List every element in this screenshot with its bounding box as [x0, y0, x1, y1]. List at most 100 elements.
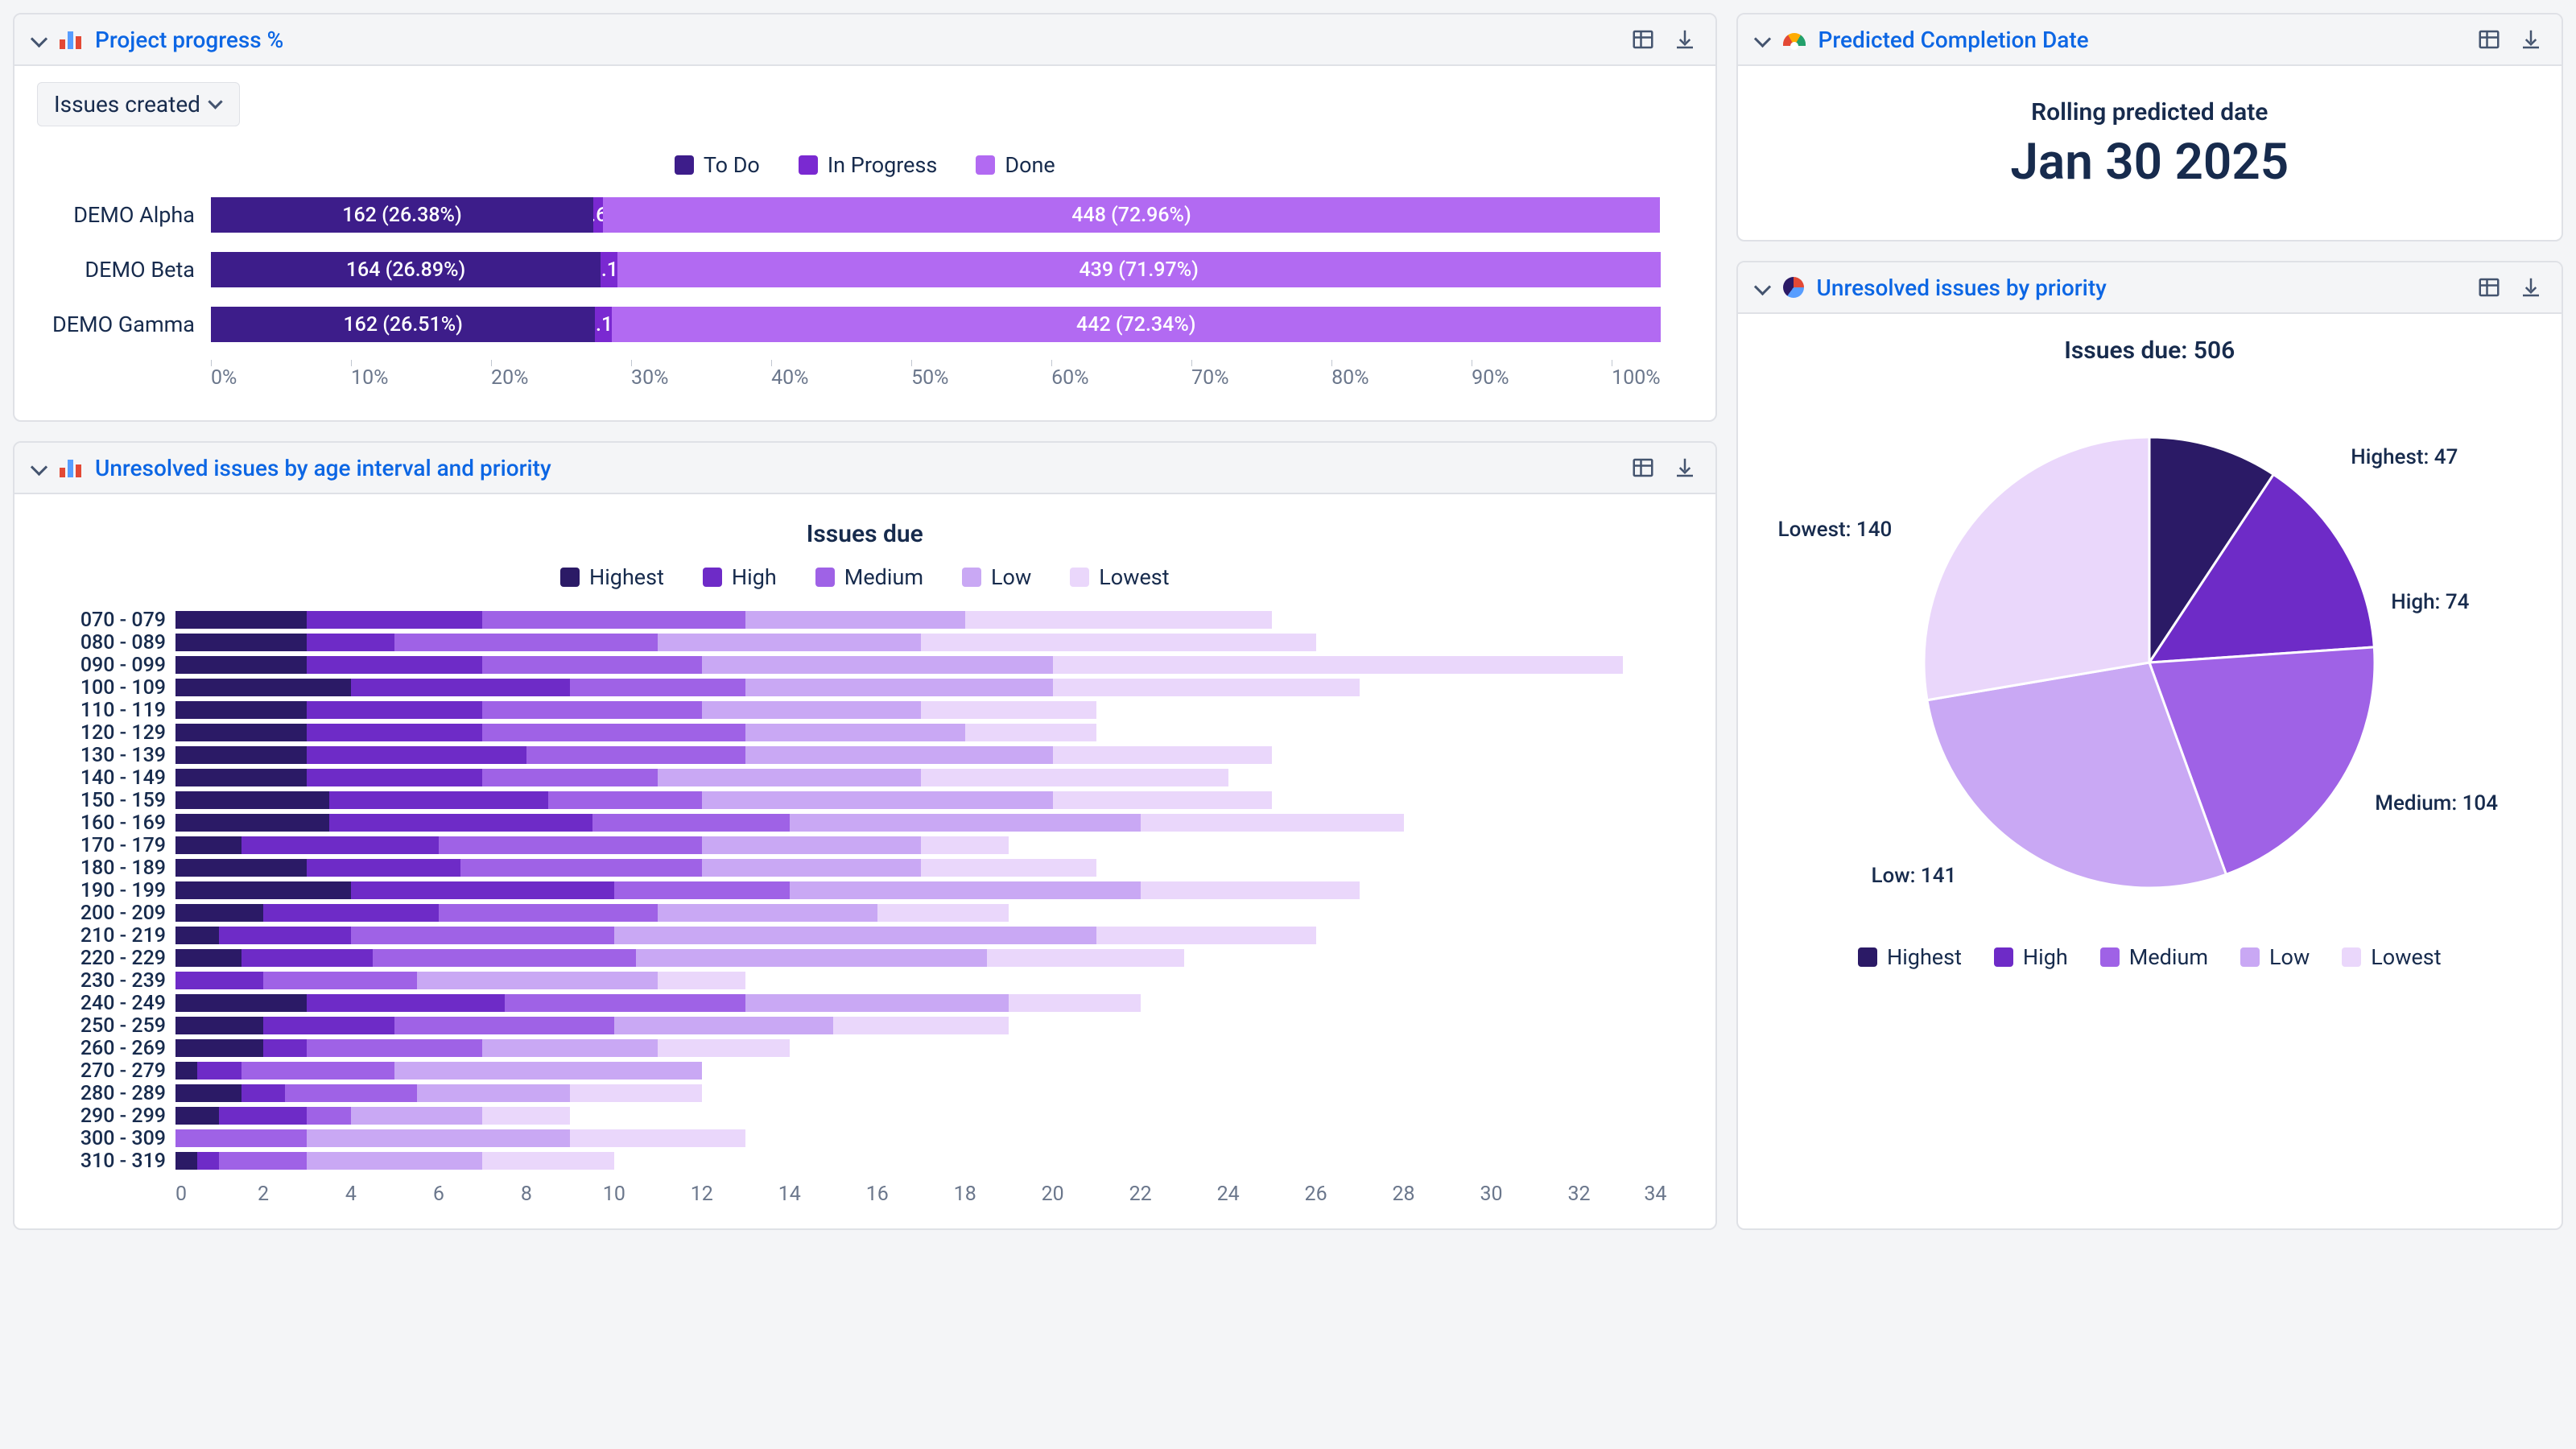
bar-segment — [658, 904, 877, 922]
bar-segment — [1141, 814, 1404, 832]
bar-segment — [307, 1107, 350, 1125]
panel-title[interactable]: Predicted Completion Date — [1818, 27, 2089, 53]
panel-project-progress: Project progress % Issues created To Do … — [13, 13, 1717, 422]
row-label: 300 - 309 — [37, 1127, 166, 1150]
bar-segment — [439, 836, 702, 854]
bar-segment — [614, 881, 790, 899]
bar-segment — [658, 1039, 789, 1057]
x-tick: 8 — [482, 1183, 570, 1206]
stacked-bar — [175, 1107, 1667, 1125]
caret-down-icon — [210, 98, 223, 111]
chevron-down-icon[interactable] — [31, 31, 47, 47]
stacked-bar — [175, 1084, 1667, 1102]
progress-row: DEMO Beta164 (26.89%)7 (1.15%)439 (71.97… — [37, 252, 1661, 287]
bar-segment — [175, 701, 307, 719]
bar-segment — [1053, 656, 1623, 674]
download-icon[interactable] — [2516, 25, 2545, 54]
stacked-bar — [175, 859, 1667, 877]
bar-segment — [242, 836, 439, 854]
bar-segment: 162 (26.51%) — [211, 307, 595, 342]
download-icon[interactable] — [1670, 25, 1699, 54]
x-tick: 22 — [1096, 1183, 1184, 1206]
panel-header: Project progress % — [14, 14, 1715, 66]
bar-segment — [439, 904, 658, 922]
bar-segment — [417, 1084, 571, 1102]
chevron-down-icon[interactable] — [31, 460, 47, 476]
panel-title[interactable]: Project progress % — [95, 27, 283, 53]
age-row: 240 - 249 — [37, 993, 1667, 1013]
bar-segment — [175, 791, 329, 809]
panel-unresolved-priority: Unresolved issues by priority Issues due… — [1736, 261, 2563, 1230]
download-icon[interactable] — [1670, 453, 1699, 482]
right-column: Predicted Completion Date Rolling predic… — [1736, 13, 2563, 1230]
stacked-bar — [175, 746, 1667, 764]
bar-segment — [175, 679, 351, 696]
x-tick: 10 — [570, 1183, 658, 1206]
bar-segment — [175, 1084, 242, 1102]
bar-segment — [175, 972, 263, 989]
row-label: 190 - 199 — [37, 879, 166, 902]
bar-segment — [307, 1152, 482, 1170]
bar-segment — [592, 814, 790, 832]
x-tick: 60% — [1051, 366, 1191, 390]
panel-title[interactable]: Unresolved issues by priority — [1817, 275, 2107, 301]
bar-segment — [175, 1017, 263, 1034]
chevron-down-icon[interactable] — [1754, 31, 1770, 47]
stacked-bar — [175, 634, 1667, 651]
download-icon[interactable] — [2516, 273, 2545, 302]
bar-segment — [702, 836, 921, 854]
bar-segment: 439 (71.97%) — [617, 252, 1661, 287]
row-label: 240 - 249 — [37, 992, 166, 1015]
age-row: 300 - 309 — [37, 1128, 1667, 1149]
x-axis: 0%10%20%30%40%50%60%70%80%90%100% — [211, 361, 1661, 390]
row-label: 210 - 219 — [37, 924, 166, 947]
row-label: 260 - 269 — [37, 1037, 166, 1060]
stacked-bar — [175, 881, 1667, 899]
bar-segment — [175, 1129, 307, 1147]
bar-segment — [1053, 746, 1272, 764]
table-icon[interactable] — [2475, 273, 2504, 302]
x-tick: 2 — [219, 1183, 307, 1206]
bar-segment — [394, 634, 658, 651]
bar-segment — [219, 1152, 307, 1170]
pie-slice — [1924, 437, 2149, 700]
x-tick: 0% — [211, 366, 351, 390]
table-icon[interactable] — [2475, 25, 2504, 54]
table-icon[interactable] — [1629, 453, 1657, 482]
row-label: 160 - 169 — [37, 811, 166, 835]
bar-segment — [263, 904, 439, 922]
age-row: 120 - 129 — [37, 722, 1667, 743]
bar-segment — [417, 972, 658, 989]
issues-created-dropdown[interactable]: Issues created — [37, 82, 240, 126]
row-label: 310 - 319 — [37, 1150, 166, 1173]
left-column: Project progress % Issues created To Do … — [13, 13, 1717, 1230]
bar-segment — [482, 724, 745, 741]
age-row: 090 - 099 — [37, 654, 1667, 675]
age-row: 220 - 229 — [37, 947, 1667, 968]
row-label: DEMO Beta — [37, 257, 195, 283]
stacked-bar — [175, 1039, 1667, 1057]
pie-slice-label: Lowest: 140 — [1778, 518, 1893, 542]
chevron-down-icon[interactable] — [1754, 279, 1770, 295]
bar-segment — [658, 769, 921, 786]
bar-segment — [175, 1039, 263, 1057]
legend-item-done: Done — [976, 152, 1055, 178]
panel-unresolved-age: Unresolved issues by age interval and pr… — [13, 441, 1717, 1230]
panel-title[interactable]: Unresolved issues by age interval and pr… — [95, 455, 551, 481]
row-label: 100 - 109 — [37, 676, 166, 700]
bar-segment — [745, 611, 964, 629]
bar-segment — [702, 701, 921, 719]
stacked-bar — [175, 769, 1667, 786]
chart-title: Issues due — [37, 520, 1693, 548]
age-chart: 070 - 079080 - 089090 - 099100 - 109110 … — [37, 609, 1693, 1206]
bar-segment — [219, 1107, 307, 1125]
bar-segment — [921, 634, 1315, 651]
legend-item-highest: Highest — [1858, 944, 1962, 970]
x-tick: 80% — [1331, 366, 1472, 390]
table-icon[interactable] — [1629, 25, 1657, 54]
stacked-bar — [175, 611, 1667, 629]
bar-segment — [307, 1039, 482, 1057]
age-row: 260 - 269 — [37, 1038, 1667, 1059]
bar-segment — [307, 994, 504, 1012]
row-label: 070 - 079 — [37, 609, 166, 632]
